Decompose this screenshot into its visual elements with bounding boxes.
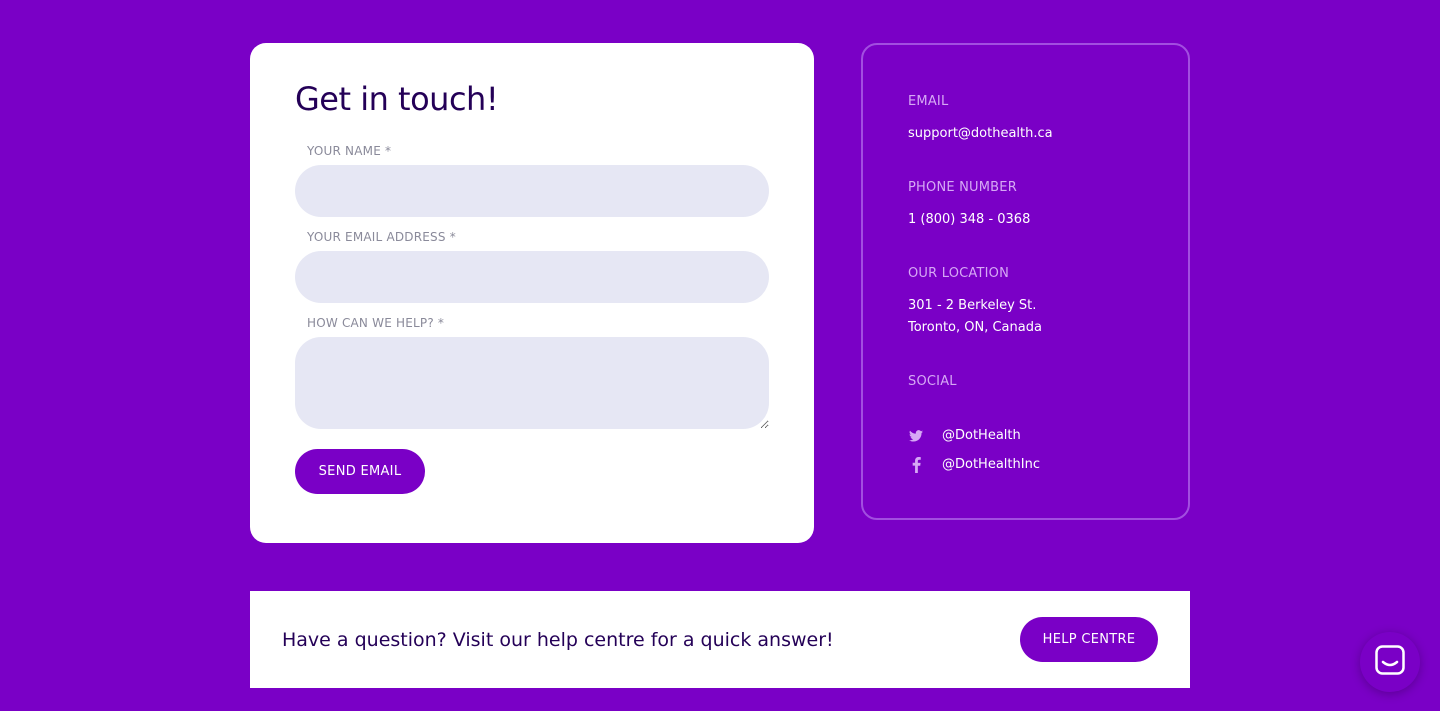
location-address: 301 - 2 Berkeley St. Toronto, ON, Canada: [908, 295, 1143, 339]
social-heading: SOCIAL: [908, 374, 957, 389]
address-line-2: Toronto, ON, Canada: [908, 320, 1042, 335]
chat-icon: [1375, 645, 1405, 679]
email-label: YOUR EMAIL ADDRESS *: [307, 230, 456, 244]
phone-heading: PHONE NUMBER: [908, 180, 1017, 195]
facebook-handle: @DotHealthInc: [942, 457, 1040, 472]
contact-info-card: EMAIL support@dothealth.ca PHONE NUMBER …: [861, 43, 1190, 520]
email-block: EMAIL support@dothealth.ca: [908, 93, 1143, 145]
name-input[interactable]: [295, 165, 769, 217]
twitter-icon: [908, 428, 924, 444]
phone-block: PHONE NUMBER 1 (800) 348 - 0368: [908, 179, 1143, 231]
email-heading: EMAIL: [908, 94, 949, 109]
facebook-link[interactable]: @DotHealthInc: [908, 450, 1143, 479]
help-banner-text: Have a question? Visit our help centre f…: [282, 628, 834, 651]
address-line-1: 301 - 2 Berkeley St.: [908, 298, 1037, 313]
twitter-link[interactable]: @DotHealth: [908, 421, 1143, 450]
contact-page: Get in touch! YOUR NAME * YOUR EMAIL ADD…: [0, 0, 1440, 711]
chat-launcher-button[interactable]: [1360, 632, 1420, 692]
support-email-link[interactable]: support@dothealth.ca: [908, 123, 1143, 145]
phone-number-link[interactable]: 1 (800) 348 - 0368: [908, 209, 1143, 231]
email-input[interactable]: [295, 251, 769, 303]
help-centre-button[interactable]: HELP CENTRE: [1020, 617, 1158, 662]
message-textarea[interactable]: [295, 337, 769, 429]
facebook-icon: [908, 456, 924, 473]
location-block: OUR LOCATION 301 - 2 Berkeley St. Toront…: [908, 265, 1143, 339]
send-email-button[interactable]: SEND EMAIL: [295, 449, 425, 494]
social-block: SOCIAL @DotHealth @DotHealthInc: [908, 373, 1143, 479]
message-label: HOW CAN WE HELP? *: [307, 316, 445, 330]
location-heading: OUR LOCATION: [908, 266, 1010, 281]
name-label: YOUR NAME *: [307, 144, 392, 158]
help-centre-banner: Have a question? Visit our help centre f…: [250, 591, 1190, 688]
social-list: @DotHealth @DotHealthInc: [908, 421, 1143, 479]
twitter-handle: @DotHealth: [942, 428, 1021, 443]
contact-form-card: Get in touch! YOUR NAME * YOUR EMAIL ADD…: [250, 43, 814, 543]
form-title: Get in touch!: [295, 80, 499, 118]
